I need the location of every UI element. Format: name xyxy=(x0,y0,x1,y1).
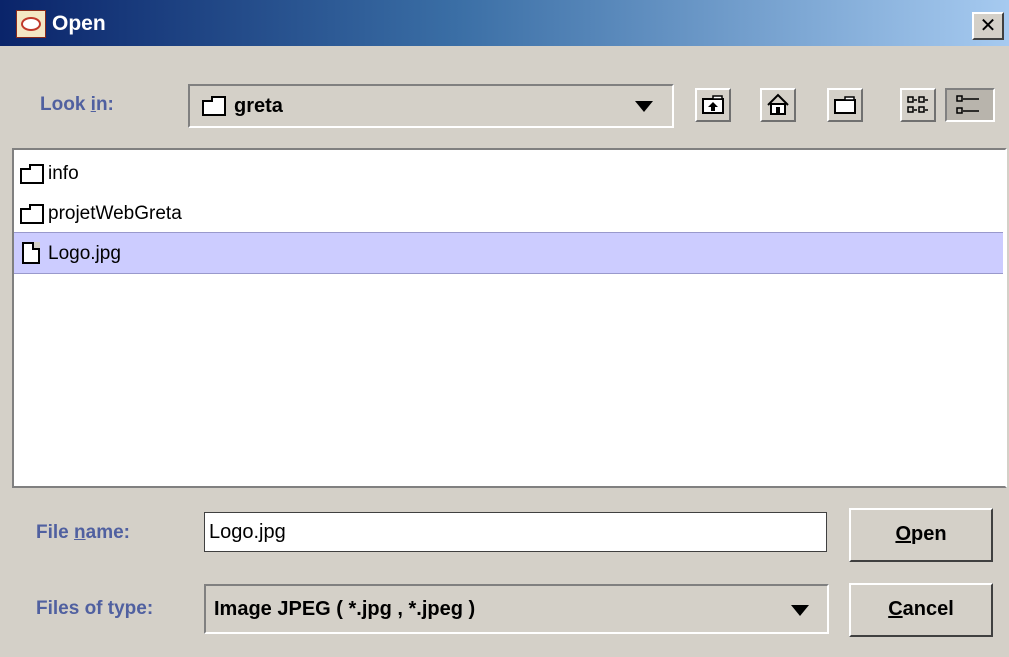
list-item-selected[interactable]: Logo.jpg xyxy=(14,232,1003,274)
cancel-button[interactable]: Cancel xyxy=(849,583,993,637)
files-of-type-combo[interactable]: Image JPEG ( *.jpg , *.jpeg ) xyxy=(204,584,829,634)
file-name-label: info xyxy=(48,163,79,184)
open-dialog: Open ✕ Look in: greta info projetWebGret… xyxy=(0,0,1009,657)
chevron-down-icon[interactable] xyxy=(791,605,809,616)
file-list[interactable]: info projetWebGreta Logo.jpg xyxy=(12,148,1007,488)
home-button[interactable] xyxy=(760,88,796,122)
look-in-value: greta xyxy=(234,95,283,117)
java-cup-icon xyxy=(16,10,46,38)
up-one-level-button[interactable] xyxy=(695,88,731,122)
file-icon xyxy=(22,242,40,264)
new-folder-button[interactable] xyxy=(827,88,863,122)
look-in-combo[interactable]: greta xyxy=(188,84,674,128)
open-button[interactable]: Open xyxy=(849,508,993,562)
look-in-label: Look in: xyxy=(40,94,114,115)
file-name-label: projetWebGreta xyxy=(48,203,182,224)
chevron-down-icon[interactable] xyxy=(635,101,653,112)
home-icon xyxy=(767,93,789,115)
list-item[interactable]: info xyxy=(14,153,1003,193)
file-name-label: File name: xyxy=(36,522,130,543)
details-view-icon xyxy=(956,95,979,114)
close-icon: ✕ xyxy=(979,15,997,37)
list-view-icon xyxy=(907,96,928,113)
list-view-button[interactable] xyxy=(900,88,936,122)
file-name-label: Logo.jpg xyxy=(48,243,121,264)
details-view-button[interactable] xyxy=(945,88,995,122)
list-item[interactable]: projetWebGreta xyxy=(14,193,1003,233)
folder-up-icon xyxy=(702,95,724,114)
folder-icon xyxy=(20,204,44,224)
folder-icon xyxy=(202,96,226,116)
folder-icon xyxy=(20,164,44,184)
title-bar[interactable]: Open ✕ xyxy=(0,0,1009,46)
close-button[interactable]: ✕ xyxy=(972,12,1004,40)
files-of-type-label: Files of type: xyxy=(36,598,154,619)
new-folder-icon xyxy=(834,96,856,114)
file-type-value: Image JPEG ( *.jpg , *.jpeg ) xyxy=(214,598,476,620)
file-name-input[interactable] xyxy=(204,512,827,552)
window-title: Open xyxy=(52,12,106,35)
